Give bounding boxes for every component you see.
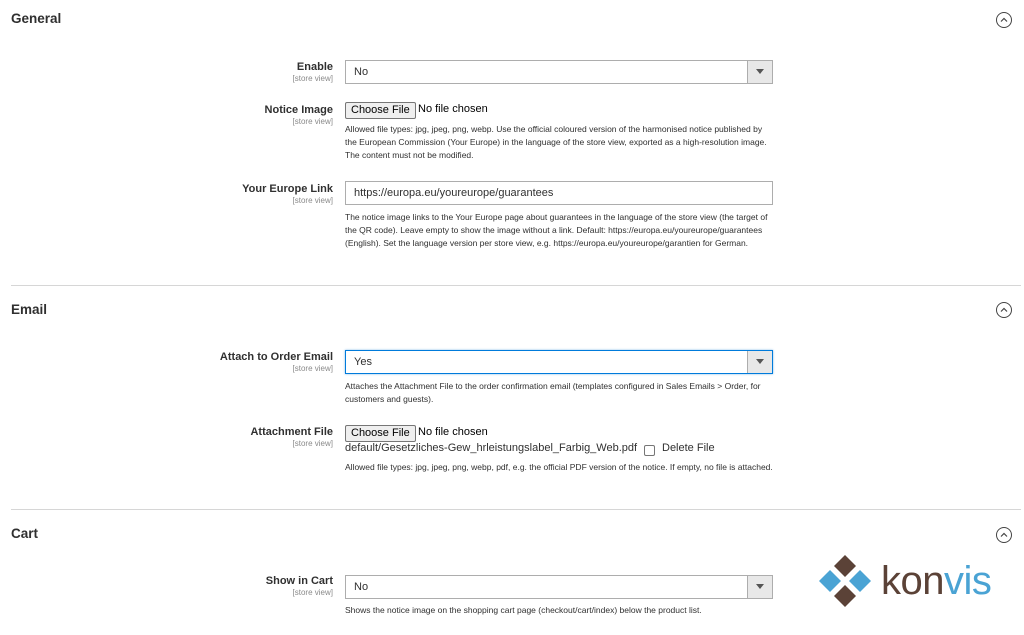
konvis-logo: konvis — [815, 553, 995, 609]
enable-select[interactable]: No — [345, 60, 773, 84]
konvis-diamond-icon — [819, 555, 871, 607]
section-title-email[interactable]: Email — [11, 302, 47, 317]
notice-image-choose-file-button[interactable]: Choose File — [345, 102, 416, 119]
attachment-current-file-link[interactable]: default/Gesetzliches-Gew_hrleistungslabe… — [345, 442, 637, 454]
enable-select-value: No — [354, 66, 369, 78]
section-title-cart[interactable]: Cart — [11, 526, 38, 541]
attachment-file-label: Attachment File — [250, 426, 333, 438]
section-title-general[interactable]: General — [11, 11, 61, 26]
collapse-icon-general[interactable] — [996, 12, 1012, 28]
attachment-file-scope: [store view] — [292, 439, 333, 448]
attachment-file-note: Allowed file types: jpg, jpeg, png, webp… — [345, 462, 773, 472]
notice-image-scope: [store view] — [292, 117, 333, 126]
collapse-icon-email[interactable] — [996, 302, 1012, 318]
show-in-cart-value: No — [354, 581, 369, 593]
notice-image-label: Notice Image — [264, 104, 333, 116]
europe-link-label: Your Europe Link — [242, 183, 333, 195]
delete-file-checkbox[interactable] — [644, 445, 655, 456]
europe-link-note: The notice image links to the Your Europ… — [345, 212, 768, 248]
enable-scope: [store view] — [292, 74, 333, 83]
notice-image-file-status: No file chosen — [418, 103, 488, 115]
europe-link-input[interactable]: https://europa.eu/youreurope/guarantees — [345, 181, 773, 205]
section-divider — [11, 509, 1021, 510]
show-in-cart-select[interactable]: No — [345, 575, 773, 599]
dropdown-arrow-icon — [747, 351, 772, 373]
attach-order-email-note: Attaches the Attachment File to the orde… — [345, 381, 761, 404]
attachment-choose-file-button[interactable]: Choose File — [345, 425, 416, 442]
attach-order-email-scope: [store view] — [292, 364, 333, 373]
attach-order-email-select[interactable]: Yes — [345, 350, 773, 374]
section-divider — [11, 285, 1021, 286]
europe-link-value: https://europa.eu/youreurope/guarantees — [354, 187, 554, 199]
notice-image-note: Allowed file types: jpg, jpeg, png, webp… — [345, 124, 767, 160]
attachment-file-status: No file chosen — [418, 426, 488, 438]
europe-link-scope: [store view] — [292, 196, 333, 205]
collapse-icon-cart[interactable] — [996, 527, 1012, 543]
show-in-cart-label: Show in Cart — [265, 575, 333, 587]
attach-order-email-value: Yes — [354, 356, 372, 368]
show-in-cart-note: Shows the notice image on the shopping c… — [345, 605, 702, 615]
dropdown-arrow-icon — [747, 576, 772, 598]
attach-order-email-label: Attach to Order Email — [219, 351, 333, 363]
delete-file-label[interactable]: Delete File — [662, 442, 715, 454]
konvis-wordmark: konvis — [881, 559, 992, 603]
dropdown-arrow-icon — [747, 61, 772, 83]
show-in-cart-scope: [store view] — [292, 588, 333, 597]
enable-label: Enable — [296, 61, 333, 73]
